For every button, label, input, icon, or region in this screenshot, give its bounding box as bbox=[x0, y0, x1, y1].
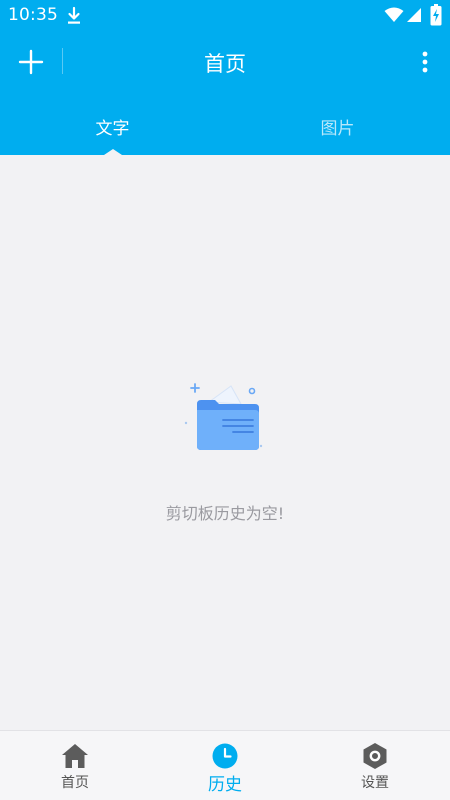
tab-text[interactable]: 文字 bbox=[0, 100, 225, 155]
page-title: 首页 bbox=[204, 52, 246, 76]
more-vertical-icon bbox=[422, 51, 428, 73]
tab-indicator bbox=[104, 149, 122, 155]
status-bar: 10:35 bbox=[0, 0, 450, 32]
empty-message: 剪切板历史为空! bbox=[165, 504, 285, 523]
empty-clipboard-folder-icon bbox=[184, 383, 263, 450]
tab-bar: 文字 图片 bbox=[0, 100, 450, 155]
download-icon bbox=[66, 6, 82, 30]
wifi-icon bbox=[384, 7, 404, 27]
nav-history-label: 历史 bbox=[208, 775, 242, 795]
status-time: 10:35 bbox=[8, 5, 58, 25]
nav-home[interactable]: 首页 bbox=[0, 731, 150, 800]
tab-image[interactable]: 图片 bbox=[225, 100, 450, 155]
toolbar: 首页 bbox=[0, 32, 450, 90]
bottom-navigation: 首页 历史 设置 bbox=[0, 730, 450, 800]
empty-state: 剪切板历史为空! bbox=[0, 380, 450, 524]
app-header: 10:35 首页 文字 图片 bbox=[0, 0, 450, 155]
battery-charging-icon bbox=[430, 4, 442, 30]
nav-settings-label: 设置 bbox=[361, 775, 389, 791]
nav-home-label: 首页 bbox=[61, 775, 89, 791]
clock-icon bbox=[211, 742, 239, 770]
signal-icon bbox=[406, 7, 422, 27]
home-icon bbox=[61, 742, 89, 770]
nav-settings[interactable]: 设置 bbox=[300, 731, 450, 800]
settings-hexagon-icon bbox=[361, 742, 389, 770]
nav-history[interactable]: 历史 bbox=[150, 731, 300, 800]
more-options-button[interactable] bbox=[418, 47, 432, 77]
